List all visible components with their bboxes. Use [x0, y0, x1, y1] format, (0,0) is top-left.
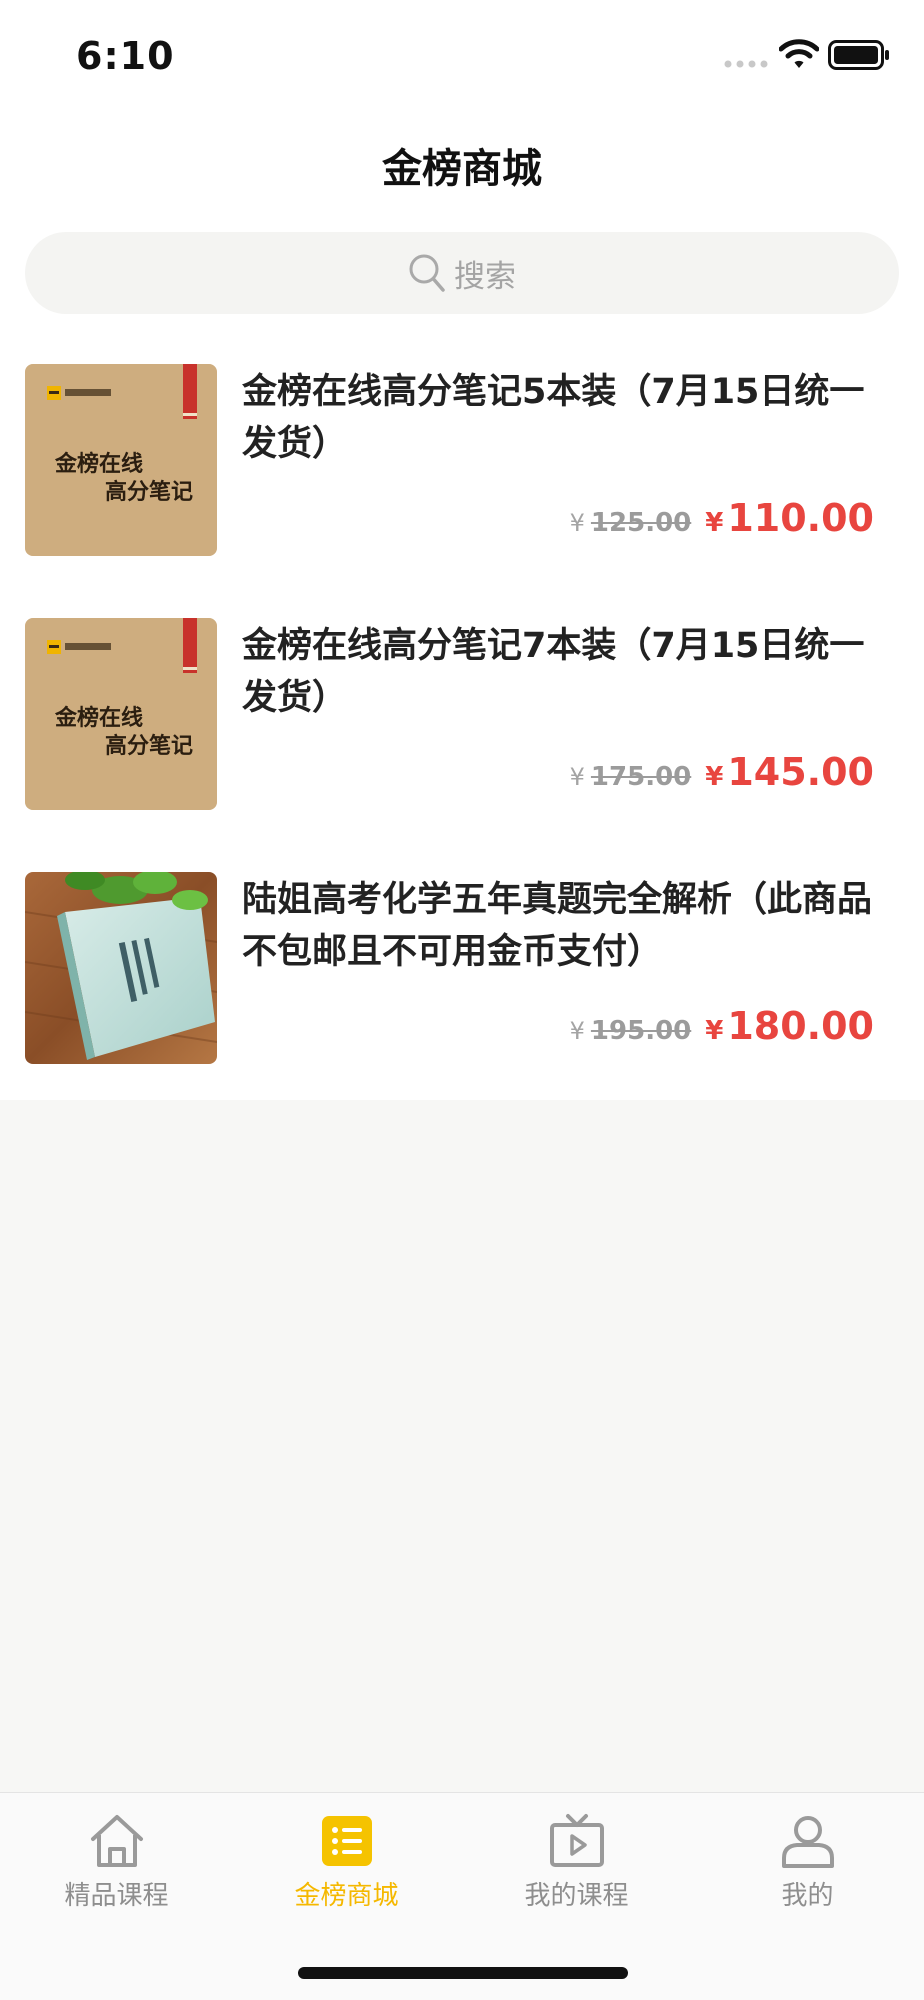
original-price: 125.00	[590, 508, 692, 538]
cover-title-line2: 高分笔记	[105, 733, 194, 759]
status-bar: 6:10	[0, 0, 924, 110]
product-cover-image: 金榜在线 高分笔记	[25, 618, 217, 810]
cover-title-line2: 高分笔记	[105, 479, 194, 505]
search-placeholder: 搜索	[454, 258, 516, 295]
currency-symbol: ¥	[705, 762, 724, 792]
product-item[interactable]: 陆姐高考化学五年真题完全解析（此商品不包邮且不可用金币支付） ¥ 195.00 …	[0, 872, 924, 1068]
product-cover-image: 金榜在线 高分笔记	[25, 364, 217, 556]
search-icon	[409, 254, 445, 292]
original-price: 195.00	[590, 1016, 692, 1046]
tab-label: 金榜商城	[294, 1881, 399, 1911]
tab-profile[interactable]: 我的	[692, 1803, 923, 1933]
product-item[interactable]: 金榜在线 高分笔记 金榜在线高分笔记7本装（7月15日统一发货） ¥ 175.0…	[0, 618, 924, 814]
wifi-icon	[779, 39, 819, 68]
sale-price: 180.00	[727, 1004, 874, 1048]
tab-label: 我的	[781, 1881, 834, 1911]
page-title: 金榜商城	[382, 146, 542, 192]
currency-symbol: ¥	[569, 509, 585, 537]
currency-symbol: ¥	[705, 1016, 724, 1046]
product-title: 金榜在线高分笔记5本装（7月15日统一发货）	[242, 372, 865, 464]
original-price: 175.00	[590, 762, 692, 792]
status-time: 6:10	[76, 34, 175, 78]
product-item[interactable]: 金榜在线 高分笔记 金榜在线高分笔记5本装（7月15日统一发货） ¥ 125.0…	[0, 364, 924, 560]
app-screen: 6:10 金榜商城 搜索 金榜在线 高分笔记 金榜在线高分笔记5本装（7月15日…	[0, 0, 924, 2000]
user-icon	[781, 1816, 834, 1868]
tab-featured-courses[interactable]: 精品课程	[1, 1803, 232, 1933]
product-title: 金榜在线高分笔记7本装（7月15日统一发货）	[242, 626, 865, 718]
tab-store[interactable]: 金榜商城	[231, 1803, 462, 1933]
currency-symbol: ¥	[569, 763, 585, 791]
price-row: ¥ 195.00 ¥ 180.00	[570, 1004, 874, 1048]
price-row: ¥ 125.00 ¥ 110.00	[570, 496, 874, 540]
tv-play-icon	[549, 1814, 604, 1867]
sale-price: 145.00	[727, 750, 874, 794]
cellular-signal-icon	[724, 60, 768, 68]
tab-my-courses[interactable]: 我的课程	[461, 1803, 692, 1933]
currency-symbol: ¥	[569, 1017, 585, 1045]
tab-label: 我的课程	[524, 1881, 629, 1911]
product-title: 陆姐高考化学五年真题完全解析（此商品不包邮且不可用金币支付）	[242, 880, 873, 972]
currency-symbol: ¥	[705, 508, 724, 538]
sale-price: 110.00	[727, 496, 874, 540]
product-cover-image	[25, 872, 217, 1064]
tab-label: 精品课程	[64, 1881, 169, 1911]
price-row: ¥ 175.00 ¥ 145.00	[570, 750, 874, 794]
home-icon	[90, 1815, 143, 1867]
list-icon	[321, 1816, 372, 1866]
search-bar[interactable]: 搜索	[25, 232, 899, 314]
battery-icon	[828, 40, 889, 70]
home-indicator[interactable]	[298, 1967, 628, 1979]
